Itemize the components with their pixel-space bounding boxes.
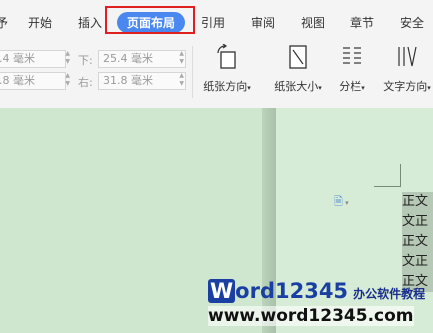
paper-size-icon [289,45,307,69]
right-margin-label: 右: [78,76,93,89]
text-direction-label: 文字方向▾ [383,80,431,93]
watermark-tagline: 办公软件教程 [353,287,426,301]
top-margin-field[interactable]: .4 毫米 ▲ ▼ [0,50,72,68]
tab-security[interactable]: 安全 [400,14,424,31]
body-text-line[interactable]: 正文 [402,232,433,252]
body-text-line[interactable]: 文正 [402,252,433,272]
body-text-line[interactable]: 正文 [402,192,433,212]
bottom-margin-field[interactable]: 25.4 毫米 ▲ ▼ [98,50,186,68]
ribbon-tabs: 予 开始 插入 页面布局 引用 审阅 视图 章节 安全 [0,0,433,40]
watermark-brand: Word12345 办公软件教程 [208,279,428,303]
body-text-line[interactable]: 文正 [402,212,433,232]
spin-icon[interactable]: ▲ ▼ [179,50,184,66]
spin-icon[interactable]: ▲ ▼ [179,72,184,88]
orientation-button[interactable]: 纸张方向▾ [197,44,257,94]
watermark-brand-name: ord12345 [235,279,349,303]
spin-icon[interactable]: ▲ ▼ [65,50,70,66]
right-margin-input[interactable]: 31.8 毫米 [98,72,186,90]
left-margin-input[interactable]: .8 毫米 [0,72,66,90]
top-margin-input[interactable]: .4 毫米 [0,50,66,68]
watermark-url: www.word12345.com [208,306,414,326]
tab-references[interactable]: 引用 [201,14,225,31]
columns-icon [343,47,361,64]
document-icon[interactable]: 🗎 ▾ [334,193,349,212]
orientation-label: 纸张方向▾ [203,80,251,93]
tab-home[interactable]: 开始 [28,14,52,31]
tab-view[interactable]: 视图 [301,14,325,31]
spin-icon[interactable]: ▲ ▼ [65,72,70,88]
text-direction-button[interactable]: 文字方向▾ [378,44,433,94]
crop-mark [374,186,400,187]
divider [192,46,193,98]
orientation-icon [217,44,236,69]
tab-review[interactable]: 审阅 [251,14,275,31]
tab-partial[interactable]: 予 [0,14,8,31]
columns-label: 分栏▾ [339,80,365,93]
size-button[interactable]: 纸张大小▾ [268,44,328,94]
left-margin-field[interactable]: .8 毫米 ▲ ▼ [0,72,72,90]
size-label: 纸张大小▾ [274,80,322,93]
crop-mark [400,164,401,187]
tab-section[interactable]: 章节 [350,14,374,31]
highlight-box [105,6,195,34]
ribbon: 予 开始 插入 页面布局 引用 审阅 视图 章节 安全 .4 毫米 ▲ ▼ .8 … [0,0,433,109]
columns-button[interactable]: 分栏▾ [332,44,372,94]
tab-insert[interactable]: 插入 [78,14,102,31]
bottom-margin-input[interactable]: 25.4 毫米 [98,50,186,68]
watermark-logo-letter: W [208,279,236,303]
right-margin-field[interactable]: 31.8 毫米 ▲ ▼ [98,72,186,90]
bottom-margin-label: 下: [78,54,93,67]
text-direction-icon [398,46,417,67]
